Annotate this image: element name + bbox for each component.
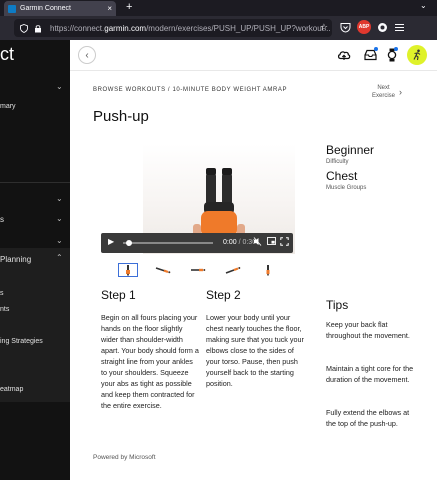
muscle-group-value: Chest [326, 169, 358, 183]
video-thumbnail-3[interactable] [188, 263, 208, 277]
menu-icon[interactable] [394, 22, 405, 33]
sidebar-item-planning[interactable]: Planning [0, 255, 31, 264]
next-exercise-line2[interactable]: Exercise [372, 92, 395, 100]
url-text[interactable]: https://connect.garmin.com/modern/exerci… [50, 24, 331, 33]
sidebar-planning-section [0, 248, 70, 402]
step-2-heading: Step 2 [206, 288, 241, 302]
back-button[interactable]: ‹ [78, 46, 96, 64]
sidebar-subitem-nts[interactable]: nts [0, 306, 9, 313]
mute-icon[interactable] [253, 237, 262, 248]
tip-item: Keep your back flat throughout the movem… [326, 320, 410, 340]
bookmark-star-icon[interactable]: ☆ [320, 22, 328, 33]
garmin-favicon-icon [8, 4, 16, 13]
video-thumbnail-4[interactable] [223, 263, 243, 277]
browser-nav-bar: https://connect.garmin.com/modern/exerci… [0, 16, 437, 40]
tip-item: Fully extend the elbows at the top of th… [326, 408, 410, 428]
sidebar-subitem-heatmap[interactable]: eatmap [0, 386, 23, 393]
video-progress-bar[interactable] [123, 242, 213, 244]
tip-item: Maintain a tight core for the duration o… [326, 364, 414, 384]
video-controls: ▶ 0:00 / 0:30 [101, 233, 293, 253]
picture-in-picture-icon[interactable] [267, 237, 276, 247]
difficulty-value: Beginner [326, 143, 375, 157]
page-title: Push-up [93, 108, 149, 125]
main-content: ‹ BROWSE WORKOUTS / 10-MINUTE BODY WEIGH… [70, 40, 437, 480]
video-thumbnail-5[interactable] [258, 263, 278, 277]
chevron-down-icon[interactable]: ⌄ [56, 82, 63, 91]
next-exercise-link[interactable]: Next Exercise [372, 84, 395, 100]
step-1-text: Begin on all fours placing your hands on… [101, 313, 199, 410]
garmin-logo: ct [0, 44, 15, 64]
sidebar-item-summary[interactable]: mary [0, 103, 16, 110]
step-1-heading: Step 1 [101, 288, 136, 302]
chevron-down-icon[interactable]: ⌄ [56, 236, 63, 245]
device-status-dot [394, 47, 398, 51]
powered-by-text: Powered by Microsoft [93, 454, 156, 461]
header-divider [70, 70, 437, 71]
video-thumbnail-2[interactable] [153, 263, 173, 277]
chevron-up-icon[interactable]: ⌃ [56, 253, 63, 262]
sidebar-subitem-s[interactable]: s [0, 290, 4, 297]
tab-close-icon[interactable]: × [107, 4, 112, 13]
chevron-down-icon[interactable]: ⌄ [56, 214, 63, 223]
runner-icon [413, 49, 421, 61]
play-icon[interactable]: ▶ [108, 237, 114, 246]
device-watch-icon[interactable] [383, 46, 401, 64]
new-tab-button[interactable]: + [126, 1, 132, 13]
tips-heading: Tips [326, 298, 349, 312]
chevron-down-icon[interactable]: ⌄ [56, 194, 63, 203]
step-2-text: Lower your body until your chest nearly … [206, 313, 304, 388]
avatar[interactable] [407, 45, 427, 65]
notification-dot [374, 47, 378, 51]
sidebar-divider [0, 182, 70, 183]
garmin-sidebar: ct ⌄ mary ⌄ s ⌄ ⌄ Planning ⌃ s nts ing S… [0, 40, 70, 480]
sidebar-subitem-strategies[interactable]: ing Strategies [0, 338, 43, 345]
shield-icon[interactable] [20, 23, 28, 33]
chevron-right-icon[interactable]: › [399, 87, 402, 97]
sidebar-item-s[interactable]: s [0, 215, 4, 224]
muscle-group-label: Muscle Groups [326, 185, 367, 191]
toolbar-icons: ABP [340, 20, 405, 34]
video-thumbnail-1[interactable] [118, 263, 138, 277]
video-progress-knob[interactable] [126, 240, 132, 246]
breadcrumb[interactable]: BROWSE WORKOUTS / 10-MINUTE BODY WEIGHT … [93, 87, 287, 93]
tab-list-chevron-icon[interactable]: ⌄ [420, 1, 427, 10]
adblock-icon[interactable]: ABP [357, 20, 371, 34]
tab-title: Garmin Connect [20, 5, 71, 12]
fullscreen-icon[interactable] [280, 237, 289, 248]
address-bar[interactable]: https://connect.garmin.com/modern/exerci… [14, 19, 332, 37]
pocket-icon[interactable] [340, 22, 351, 33]
next-exercise-line1[interactable]: Next [372, 84, 395, 92]
extension-icon[interactable] [377, 22, 388, 33]
browser-tab[interactable]: Garmin Connect × [4, 1, 116, 16]
upload-cloud-icon[interactable] [335, 46, 353, 64]
browser-tab-bar: Garmin Connect × + ⌄ [0, 0, 437, 16]
difficulty-label: Difficulty [326, 159, 349, 165]
video-time: 0:00 / 0:30 [223, 239, 257, 246]
lock-icon[interactable] [34, 24, 42, 33]
